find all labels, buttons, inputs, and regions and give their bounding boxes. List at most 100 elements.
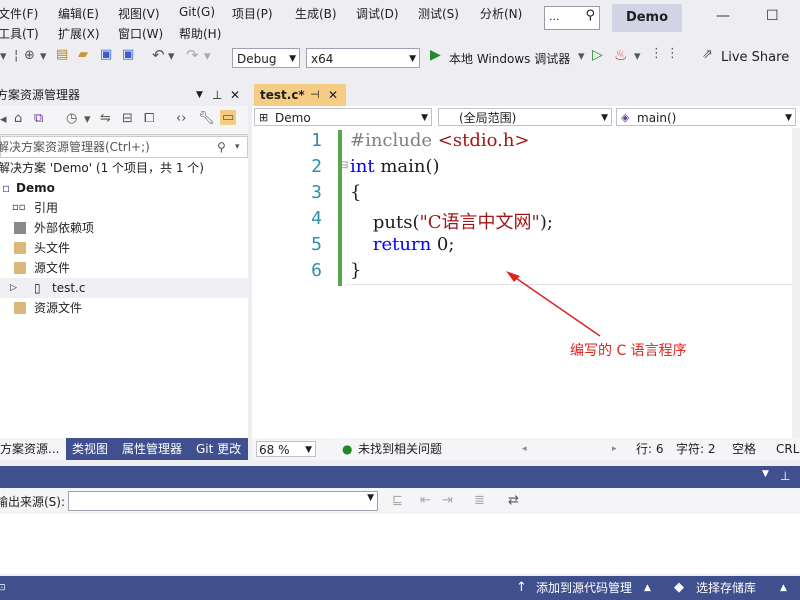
- dropdown-arrow-icon[interactable]: ▾: [168, 49, 175, 64]
- up-arrow-icon: ↑: [516, 580, 527, 595]
- tab-property-manager[interactable]: 属性管理器: [122, 438, 182, 460]
- pin-icon[interactable]: ⊥: [780, 469, 790, 483]
- show-all-files-icon[interactable]: ⧠: [144, 111, 154, 126]
- collapse-all-icon[interactable]: ⊟: [122, 111, 133, 126]
- undo-icon[interactable]: ↶: [152, 46, 165, 64]
- run-debugger-button[interactable]: 本地 Windows 调试器: [449, 50, 570, 67]
- editor-scrollbar[interactable]: [792, 128, 800, 438]
- scroll-right-icon[interactable]: ▸: [612, 438, 617, 460]
- pin-icon[interactable]: ⊣: [310, 84, 320, 106]
- solution-explorer-title-bar: 方案资源管理器 ▼ ⊥ ✕: [0, 84, 248, 106]
- pin-icon[interactable]: ⊥: [212, 84, 222, 106]
- new-project-icon[interactable]: ▤: [56, 47, 68, 62]
- tree-item-test-c[interactable]: ▷ ▯ test.c: [0, 278, 248, 298]
- start-without-debug-icon[interactable]: ▷: [592, 47, 603, 63]
- properties-icon[interactable]: 🔧︎: [198, 111, 215, 126]
- scroll-left-icon[interactable]: ◂: [522, 438, 527, 460]
- platform-combo[interactable]: x64 ▼: [306, 48, 420, 68]
- menu-help[interactable]: 帮助(H): [179, 25, 221, 42]
- expand-arrow-icon[interactable]: ▷: [10, 278, 17, 298]
- tree-item-external-deps[interactable]: 外部依赖项: [0, 218, 248, 238]
- live-share-button[interactable]: Live Share: [721, 50, 789, 65]
- menu-file[interactable]: 文件(F): [0, 5, 38, 22]
- output-source-combo[interactable]: ▼: [68, 491, 378, 511]
- solution-explorer-search[interactable]: 解决方案资源管理器(Ctrl+;) ⚲ ▾: [0, 136, 248, 158]
- menu-view[interactable]: 视图(V): [118, 5, 160, 22]
- chevron-up-icon[interactable]: ▲: [780, 576, 787, 600]
- home-icon[interactable]: ⌂: [14, 111, 22, 126]
- chevron-up-icon[interactable]: ▲: [644, 576, 651, 600]
- menu-git[interactable]: Git(G): [179, 5, 215, 19]
- select-repository-button[interactable]: 选择存储库: [696, 576, 756, 600]
- nav-forward-icon[interactable]: ⊕: [24, 48, 35, 63]
- add-to-source-control-button[interactable]: 添加到源代码管理: [536, 576, 632, 600]
- open-folder-icon[interactable]: ▰: [78, 47, 88, 62]
- references-icon: ▫▫: [12, 202, 26, 213]
- sync-icon[interactable]: ⇋: [100, 111, 111, 126]
- prev-message-icon[interactable]: ⇤: [420, 493, 431, 508]
- next-message-icon[interactable]: ⇥: [442, 493, 453, 508]
- config-value: Debug: [237, 52, 277, 66]
- word-wrap-icon[interactable]: ⇄: [508, 493, 519, 508]
- history-icon[interactable]: ◷: [66, 111, 77, 126]
- back-icon[interactable]: ◂: [0, 112, 7, 127]
- member-combo[interactable]: ◈ main() ▼: [616, 108, 796, 126]
- dropdown-arrow-icon[interactable]: ▾: [0, 49, 7, 64]
- menu-tools[interactable]: 工具(T): [0, 25, 39, 42]
- menu-debug[interactable]: 调试(D): [356, 5, 399, 22]
- tree-item-resources[interactable]: 资源文件: [0, 298, 248, 318]
- preview-icon[interactable]: ▭: [220, 110, 237, 125]
- play-icon[interactable]: ▶: [430, 47, 441, 63]
- redo-icon[interactable]: ↷: [186, 46, 199, 64]
- search-box[interactable]: ... ⚲: [544, 6, 600, 30]
- scope-combo[interactable]: (全局范围) ▼: [438, 108, 612, 126]
- save-all-icon[interactable]: ▣: [122, 47, 134, 62]
- menu-build[interactable]: 生成(B): [295, 5, 337, 22]
- tree-item-headers[interactable]: 头文件: [0, 238, 248, 258]
- chevron-down-icon[interactable]: ▾: [235, 137, 240, 157]
- menu-window[interactable]: 窗口(W): [118, 25, 163, 42]
- tab-test-c[interactable]: test.c* ⊣ ✕: [254, 84, 346, 106]
- tree-item-solution[interactable]: 解决方案 'Demo' (1 个项目，共 1 个): [0, 158, 248, 178]
- clear-all-icon[interactable]: ≣: [474, 493, 485, 508]
- tab-solution-explorer[interactable]: 方案资源...: [0, 438, 66, 460]
- code-token: 0;: [431, 234, 455, 255]
- menu-edit[interactable]: 编辑(E): [58, 5, 99, 22]
- switch-views-icon[interactable]: ⧉: [34, 111, 43, 126]
- chevron-down-icon[interactable]: ▼: [762, 469, 769, 479]
- dropdown-arrow-icon[interactable]: ▾: [40, 49, 47, 64]
- whitespace-indicator[interactable]: 空格: [732, 438, 756, 460]
- tab-git-changes[interactable]: Git 更改: [196, 438, 241, 460]
- hot-reload-icon[interactable]: ♨: [614, 46, 627, 64]
- step-icon[interactable]: ⋮: [650, 46, 663, 61]
- collapse-icon[interactable]: ⊟: [340, 160, 348, 171]
- close-icon[interactable]: ✕: [328, 84, 338, 106]
- dropdown-arrow-icon[interactable]: ▾: [634, 49, 641, 64]
- find-message-icon[interactable]: ⊑: [392, 493, 403, 508]
- menu-project[interactable]: 项目(P): [232, 5, 273, 22]
- project-combo[interactable]: ⊞ Demo ▼: [254, 108, 432, 126]
- dropdown-arrow-icon[interactable]: ▾: [578, 49, 585, 64]
- menu-analyze[interactable]: 分析(N): [480, 5, 522, 22]
- tab-class-view[interactable]: 类视图: [72, 438, 108, 460]
- issues-status[interactable]: 未找到相关问题: [358, 438, 442, 460]
- chevron-down-icon[interactable]: ▼: [196, 84, 203, 106]
- zoom-combo[interactable]: 68 % ▼: [256, 441, 316, 457]
- save-icon[interactable]: ▣: [100, 47, 112, 62]
- menu-extensions[interactable]: 扩展(X): [58, 25, 100, 42]
- tree-item-references[interactable]: ▫▫ 引用: [0, 198, 248, 218]
- dropdown-arrow-icon[interactable]: ▾: [84, 112, 91, 127]
- notification-icon[interactable]: ⊡: [0, 576, 6, 600]
- output-pane[interactable]: [0, 514, 800, 574]
- close-icon[interactable]: ✕: [230, 84, 240, 106]
- menu-test[interactable]: 测试(S): [418, 5, 459, 22]
- code-view-icon[interactable]: ‹›: [176, 111, 186, 126]
- minimize-icon[interactable]: —: [716, 8, 730, 24]
- step-icon[interactable]: ⋮: [666, 46, 679, 61]
- tree-item-project[interactable]: ▫ Demo: [0, 178, 248, 198]
- dropdown-arrow-icon[interactable]: ▾: [204, 49, 211, 64]
- maximize-icon[interactable]: ☐: [766, 8, 779, 24]
- tree-item-sources[interactable]: 源文件: [0, 258, 248, 278]
- eol-indicator[interactable]: CRL: [776, 438, 799, 460]
- config-combo[interactable]: Debug ▼: [232, 48, 300, 68]
